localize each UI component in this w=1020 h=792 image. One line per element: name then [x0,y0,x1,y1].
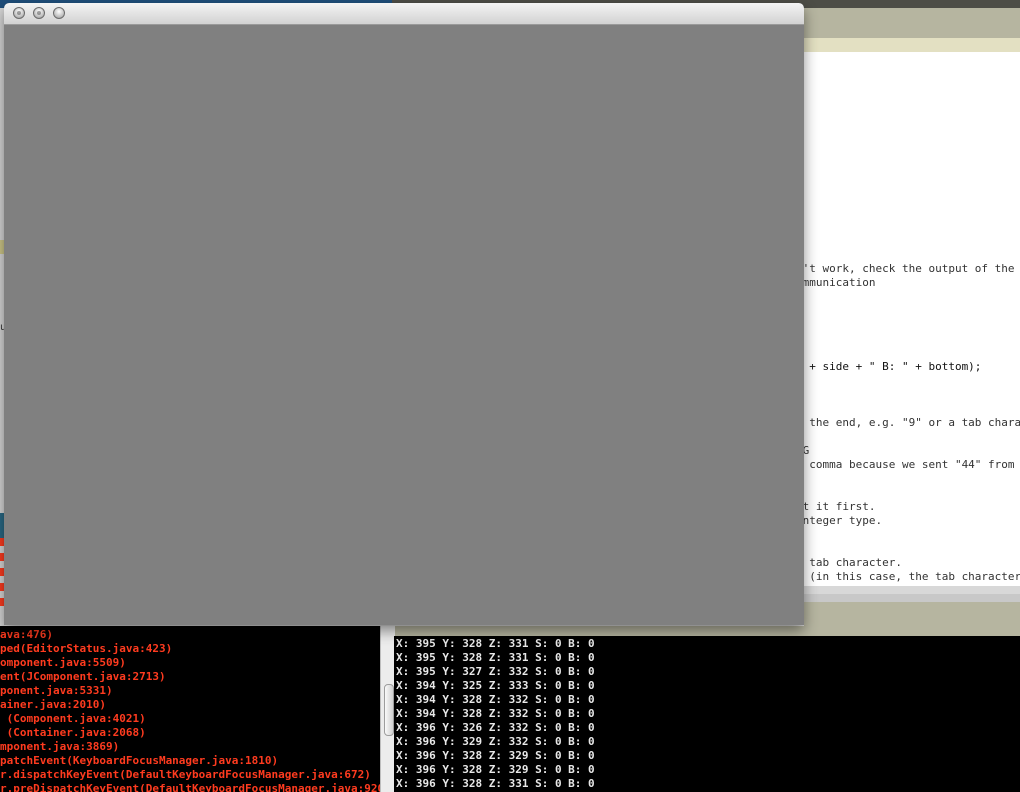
editor-divider [804,586,1020,636]
serial-line: X: 395 Y: 327 Z: 332 S: 0 B: 0 [396,665,595,678]
console-line: patchEvent(KeyboardFocusManager.java:181… [0,754,279,767]
serial-line: X: 394 Y: 328 Z: 332 S: 0 B: 0 [396,693,595,706]
console-header [394,626,804,636]
console-line: ped(EditorStatus.java:423) [0,642,173,655]
code-line: integer type. [804,514,883,527]
console-scrollbar[interactable] [380,626,395,792]
serial-line: X: 396 Y: 329 Z: 332 S: 0 B: 0 [396,735,595,748]
code-line: " + side + " B: " + bottom); [804,360,982,373]
console-line: omponent.java:5509) [0,656,126,669]
code-editor[interactable]: d n't work, check the output of the lin … [804,52,1020,586]
serial-line: X: 396 Y: 328 Z: 329 S: 0 B: 0 [396,749,595,762]
error-console[interactable]: ava:476) ped(EditorStatus.java:423) ompo… [0,626,380,792]
code-line: n't work, check the output of the lin [804,262,1015,275]
console-line: mponent.java:3869) [0,740,120,753]
serial-line: X: 395 Y: 328 Z: 331 S: 0 B: 0 [396,637,595,650]
serial-line: X: 394 Y: 325 Z: 333 S: 0 B: 0 [396,679,595,692]
scrollbar-thumb[interactable] [384,684,394,736]
zoom-button[interactable] [53,7,65,19]
serial-line: X: 396 Y: 326 Z: 332 S: 0 B: 0 [396,721,595,734]
code-line: e tab character. [804,556,902,569]
console-line: ava:476) [0,628,53,641]
console-line: r.dispatchKeyEvent(DefaultKeyboardFocusM… [0,768,371,781]
code-line: ommunication [804,276,876,289]
code-line: a comma because we sent "44" from Ar [804,458,1020,471]
serial-line: X: 395 Y: 328 Z: 331 S: 0 B: 0 [396,651,595,664]
editor-tab-strip [804,38,1020,52]
close-button[interactable] [13,7,25,19]
serial-line: X: 396 Y: 328 Z: 331 S: 0 B: 0 [396,777,595,790]
code-line: l (in this case, the tab character) [804,570,1020,583]
window-titlebar[interactable] [4,3,804,25]
console-line: ponent.java:5331) [0,684,113,697]
serial-line: X: 394 Y: 328 Z: 332 S: 0 B: 0 [396,707,595,720]
serial-line: X: 396 Y: 328 Z: 329 S: 0 B: 0 [396,763,595,776]
console-line: ainer.java:2010) [0,698,106,711]
minimize-button[interactable] [33,7,45,19]
code-line: nt it first. [804,500,876,513]
console-line: (Component.java:4021) [0,712,146,725]
console-line: r.preDispatchKeyEvent(DefaultKeyboardFoc… [0,782,380,792]
console-line: (Container.java:2068) [0,726,146,739]
sketch-canvas[interactable] [4,25,804,625]
console-line: ent(JComponent.java:2713) [0,670,166,683]
sketch-window [4,3,804,625]
editor-toolbar [804,8,1020,38]
code-line: l the end, e.g. "9" or a tab characte [809,416,1020,429]
code-line: JG [804,444,810,457]
serial-console[interactable]: X: 395 Y: 328 Z: 331 S: 0 B: 0 X: 395 Y:… [394,636,1020,792]
